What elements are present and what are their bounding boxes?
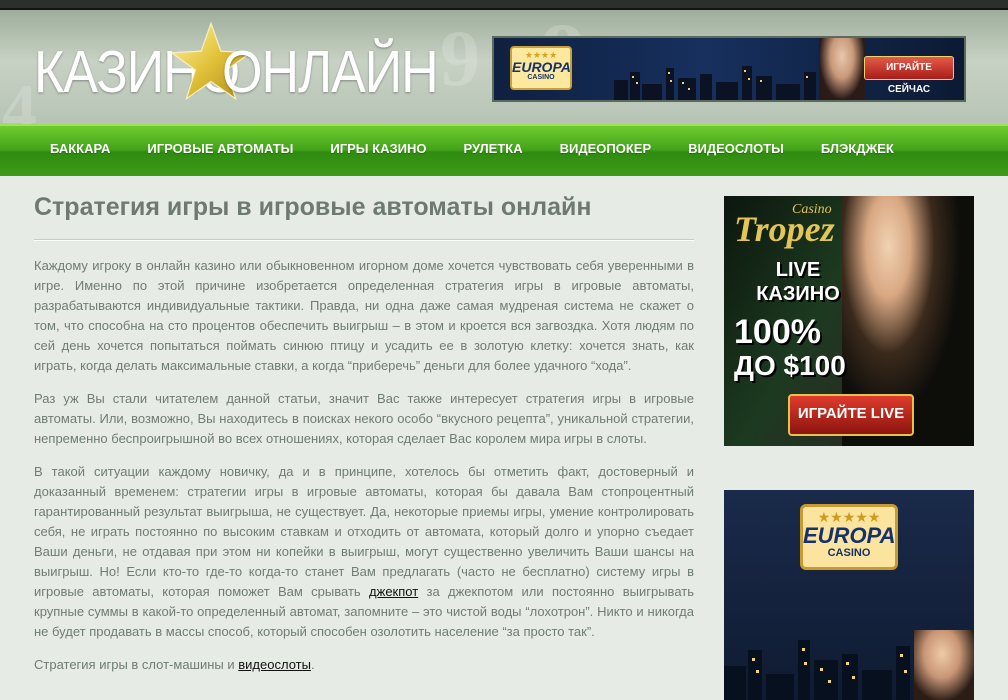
model-photo — [914, 630, 974, 700]
article-paragraph: Раз уж Вы стали читателем данной статьи,… — [34, 391, 694, 446]
nav-item-blackjack[interactable]: БЛЭКДЖЕК — [821, 126, 894, 172]
europa-brand-text: EUROPA — [803, 523, 896, 548]
nav-item-baccarat[interactable]: БАККАРА — [50, 126, 110, 172]
article-paragraph: Стратегия игры в слот-машины и видеослот… — [34, 655, 694, 675]
europa-casino-side-banner[interactable]: ★★★★★ EUROPA CASINO — [724, 490, 974, 700]
live-casino-text: LIVE КАЗИНО — [748, 258, 848, 306]
sidebar: Casino Tropez LIVE КАЗИНО 100% ДО $100 И… — [724, 196, 974, 700]
nav-item-slot-machines[interactable]: ИГРОВЫЕ АВТОМАТЫ — [147, 126, 293, 172]
europa-casino-logo: ★★★★★ EUROPA CASINO — [800, 504, 898, 570]
paragraph-text: Стратегия игры в слот-машины и — [34, 657, 239, 672]
nav-item-casino-games[interactable]: ИГРЫ КАЗИНО — [330, 126, 426, 172]
site-header: 4 9 8 КАЗИНО ОНЛАЙН — [0, 10, 1008, 124]
casino-brand-text: CASINO — [827, 547, 871, 559]
paragraph-text: . — [310, 657, 315, 672]
casino-tropez-banner[interactable]: Casino Tropez LIVE КАЗИНО 100% ДО $100 И… — [724, 196, 974, 446]
model-photo — [819, 38, 865, 100]
title-divider — [34, 239, 694, 241]
article-paragraph: Каждому игроку в онлайн казино или обыкн… — [34, 258, 694, 373]
casino-brand-text: CASINO — [527, 74, 555, 81]
europa-casino-logo: ★★★★ EUROPA CASINO — [510, 46, 572, 90]
main-navigation: БАККАРА ИГРОВЫЕ АВТОМАТЫ ИГРЫ КАЗИНО РУЛ… — [0, 124, 1008, 176]
video-slots-link[interactable]: видеослоты — [238, 657, 311, 672]
nav-item-video-slots[interactable]: ВИДЕОСЛОТЫ — [688, 126, 784, 172]
play-now-button[interactable]: ИГРАЙТЕ СЕЙЧАС — [864, 56, 954, 95]
play-live-button[interactable]: ИГРАЙТЕ LIVE — [788, 394, 914, 436]
live-label: LIVE — [775, 259, 821, 281]
top-strip — [0, 0, 1008, 10]
article-paragraph: В такой ситуации каждому новичку, да и в… — [34, 462, 694, 642]
tropez-brand-text: Tropez — [734, 209, 835, 249]
europa-casino-top-banner[interactable]: ★★★★ EUROPA CASINO ИГРАЙТЕ СЕЙЧАС — [492, 36, 966, 102]
site-logo[interactable]: КАЗИНО ОНЛАЙН — [34, 20, 454, 110]
casino-label: КАЗИНО — [756, 283, 840, 305]
europa-brand-text: EUROPA — [512, 59, 571, 75]
nav-item-roulette[interactable]: РУЛЕТКА — [463, 126, 522, 172]
jackpot-link[interactable]: джекпот — [369, 584, 418, 599]
logo-text-right: ОНЛАЙН — [222, 39, 439, 106]
article: Стратегия игры в игровые автоматы онлайн… — [34, 193, 694, 688]
bonus-percent: 100% — [734, 313, 821, 351]
bonus-amount: ДО $100 — [734, 350, 846, 381]
nav-item-video-poker[interactable]: ВИДЕОПОКЕР — [560, 126, 652, 172]
paragraph-text: В такой ситуации каждому новичку, да и в… — [34, 464, 694, 599]
article-title: Стратегия игры в игровые автоматы онлайн — [34, 193, 592, 221]
background-number-decoration: 4 — [2, 71, 37, 124]
